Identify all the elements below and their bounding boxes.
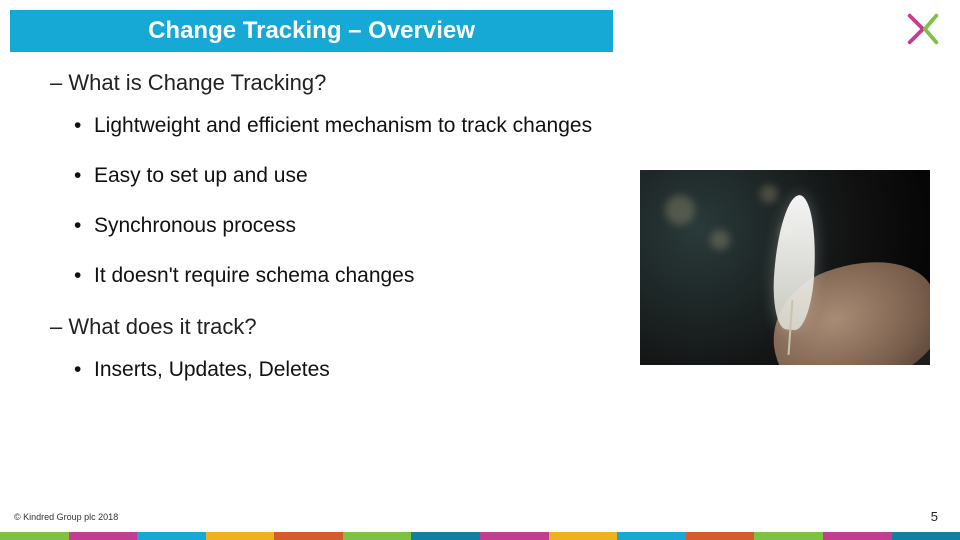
- strip-segment: [480, 532, 549, 540]
- brand-color-strip: [0, 532, 960, 540]
- page-number: 5: [931, 509, 938, 524]
- strip-segment: [206, 532, 275, 540]
- strip-segment: [343, 532, 412, 540]
- strip-segment: [0, 532, 69, 540]
- strip-segment: [892, 532, 960, 540]
- decorative-image: [640, 170, 930, 365]
- strip-segment: [686, 532, 755, 540]
- strip-segment: [411, 532, 480, 540]
- strip-segment: [754, 532, 823, 540]
- strip-segment: [274, 532, 343, 540]
- title-bar: Change Tracking – Overview: [10, 10, 613, 52]
- strip-segment: [823, 532, 892, 540]
- slide: Change Tracking – Overview – What is Cha…: [0, 0, 960, 540]
- strip-segment: [137, 532, 206, 540]
- kindred-logo-icon: [904, 10, 942, 48]
- slide-title: Change Tracking – Overview: [148, 17, 475, 45]
- strip-segment: [549, 532, 618, 540]
- section-heading: – What is Change Tracking?: [50, 70, 920, 96]
- copyright-text: © Kindred Group plc 2018: [14, 512, 118, 522]
- strip-segment: [69, 532, 138, 540]
- strip-segment: [617, 532, 686, 540]
- list-item: Lightweight and efficient mechanism to t…: [94, 114, 920, 138]
